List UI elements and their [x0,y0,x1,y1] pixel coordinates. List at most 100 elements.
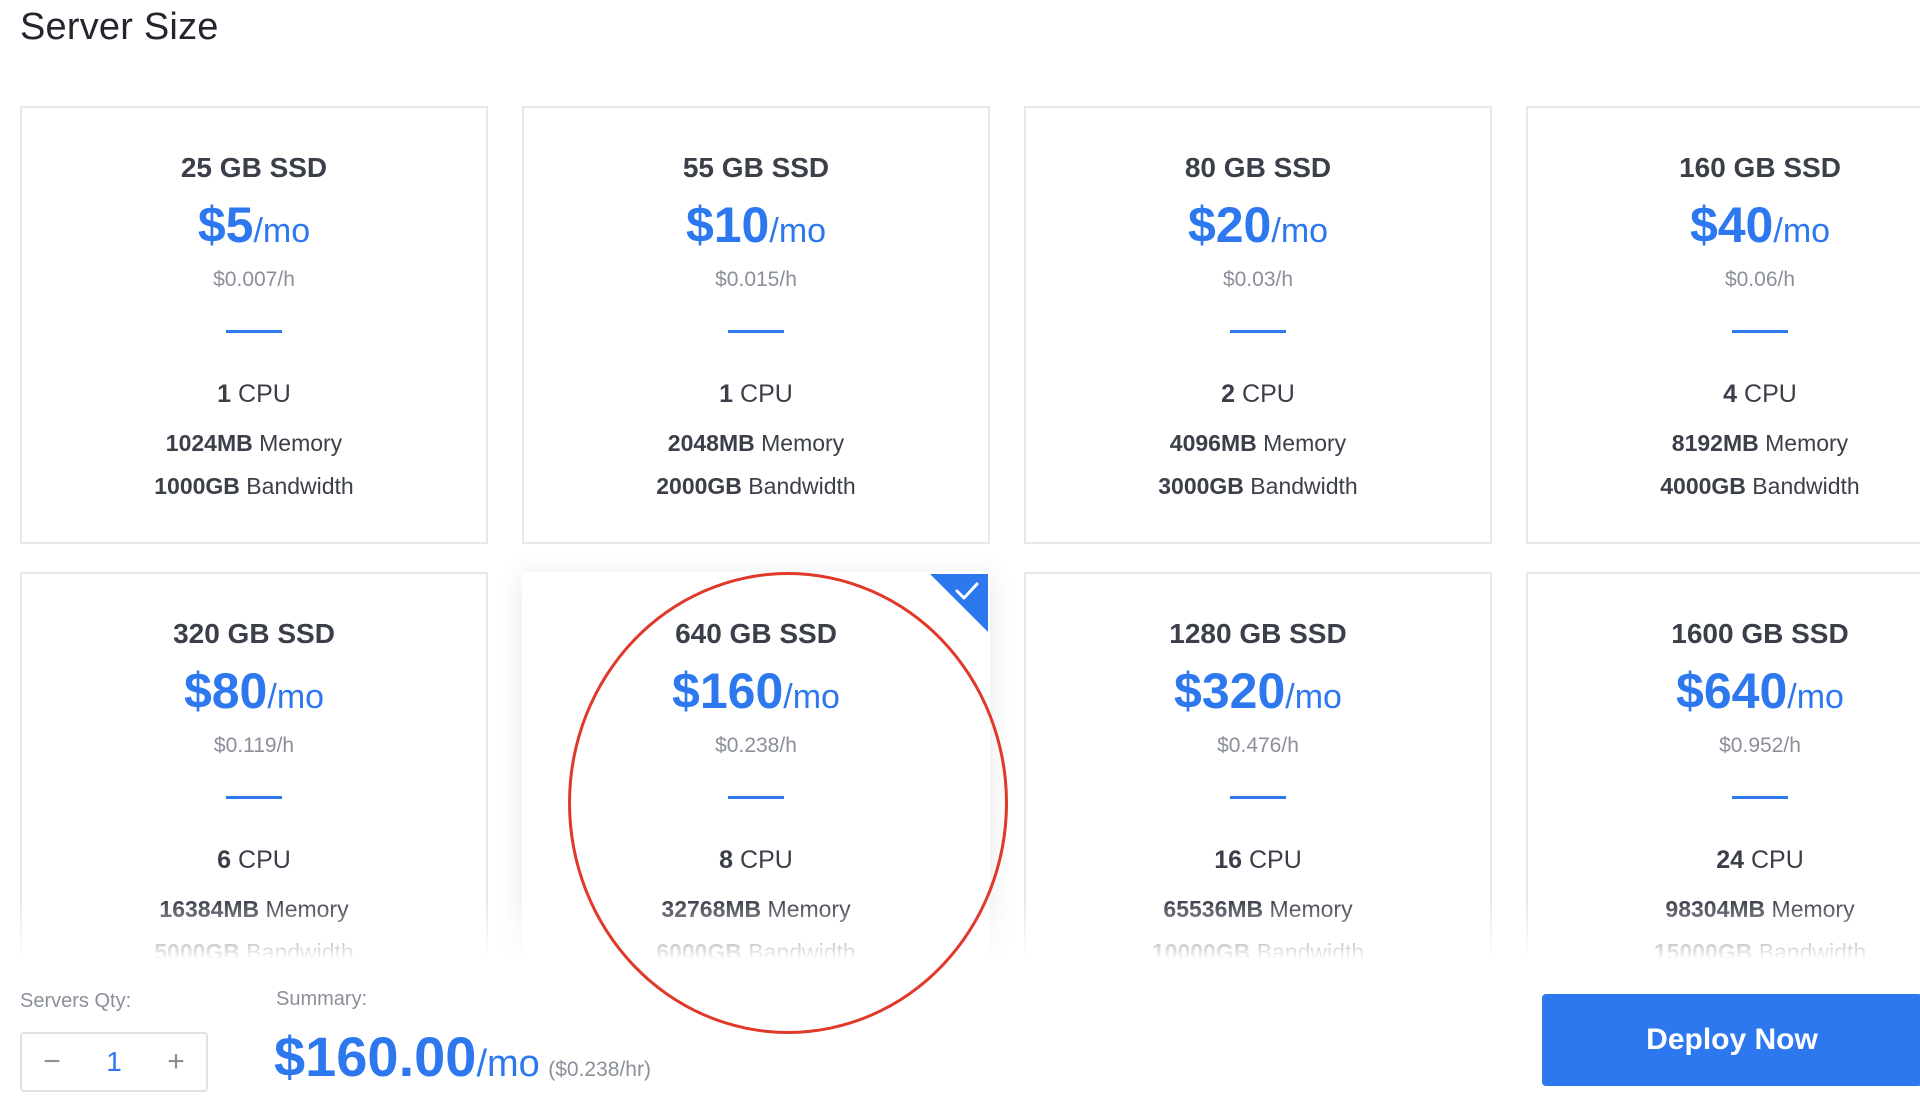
plan-memory: 8192MB Memory [1528,430,1920,457]
plan-price-unit: /mo [253,212,311,250]
plan-memory: 1024MB Memory [22,430,486,457]
plan-cpu-value: 6 [217,846,232,874]
plan-price: $320/mo [1026,662,1490,720]
plan-price: $40/mo [1528,196,1920,254]
plan-price-amount: $320 [1174,663,1286,719]
plan-storage: 25 GB SSD [180,152,328,183]
plan-bandwidth-value: 3000GB [1158,473,1244,499]
plan-price-unit: /mo [1773,212,1831,250]
summary-unit: /mo [476,1043,540,1085]
summary-hourly: ($0.238/hr) [548,1058,651,1081]
plan-cpu-label: CPU [1242,846,1302,874]
plan-bandwidth: 1000GB Bandwidth [22,473,486,500]
plan-hourly-price: $0.952/h [1719,734,1801,757]
plan-price-amount: $10 [685,197,770,253]
plan-cpu-label: CPU [1235,380,1295,408]
plan-cpu-label: CPU [733,846,793,874]
plan-cpu-value: 1 [719,380,734,408]
plan-price-amount: $160 [672,663,784,719]
plan-divider [1230,330,1286,333]
plan-hourly-price: $0.06/h [1724,268,1796,291]
plan-price-unit: /mo [267,678,325,716]
plan-cpu-value: 4 [1723,380,1738,408]
server-size-page: Server Size 25 GB SSD $5/mo $0.007/h 1 CPU 1… [0,0,1920,1106]
plan-storage: 640 GB SSD [675,618,837,649]
plan-hourly-price: $0.007/h [213,268,295,291]
plan-price-amount: $40 [1689,197,1774,253]
plan-cpu: 4 CPU [1528,380,1920,409]
plan-memory-label: Memory [252,430,343,456]
plan-price: $160/mo [524,662,988,720]
plan-cpu-label: CPU [1744,846,1804,874]
plan-price-unit: /mo [783,678,840,716]
plan-card[interactable]: 55 GB SSD $10/mo $0.015/h 1 CPU 2048MB Memor… [522,106,990,544]
plan-memory-label: Memory [1256,430,1347,456]
plan-card[interactable]: 25 GB SSD $5/mo $0.007/h 1 CPU 1024MB Memory… [20,106,488,544]
plan-cpu: 1 CPU [524,380,988,409]
plan-bandwidth-label: Bandwidth [239,473,354,499]
plan-bandwidth-label: Bandwidth [1243,473,1358,499]
summary-price: $160.00/mo ($0.238/hr) [274,1024,651,1089]
plan-cpu-value: 8 [719,846,734,874]
deploy-now-button[interactable]: Deploy Now [1542,994,1920,1086]
plan-storage: 320 GB SSD [173,618,335,649]
plan-divider [1732,330,1788,333]
plan-hourly-price: $0.015/h [715,268,797,291]
checkmark-icon [955,582,979,600]
plan-memory: 4096MB Memory [1026,430,1490,457]
plan-bandwidth-value: 1000GB [154,473,240,499]
plan-divider [226,330,282,333]
plan-price-unit: /mo [1787,678,1844,716]
plan-cpu: 2 CPU [1026,380,1490,409]
plan-bandwidth-value: 2000GB [656,473,742,499]
plan-bandwidth-label: Bandwidth [1745,473,1860,499]
plan-price-amount: $5 [197,197,254,253]
plan-cpu-label: CPU [231,846,291,874]
plan-storage: 1280 GB SSD [1169,618,1347,649]
plan-bandwidth: 4000GB Bandwidth [1528,473,1920,500]
plan-price-amount: $20 [1187,197,1272,253]
plan-storage: 55 GB SSD [682,152,830,183]
plan-cpu: 8 CPU [524,846,988,875]
plan-bandwidth: 2000GB Bandwidth [524,473,988,500]
plan-hourly-price: $0.119/h [213,734,295,757]
plan-bandwidth-value: 4000GB [1660,473,1746,499]
plan-price-unit: /mo [1271,212,1329,250]
plan-price-unit: /mo [1285,678,1342,716]
plan-price: $10/mo [524,196,988,254]
plan-card[interactable]: 160 GB SSD $40/mo $0.06/h 4 CPU 8192MB Memor… [1526,106,1920,544]
plan-price: $80/mo [22,662,486,720]
order-summary-bar: Servers Qty: − 1 + Summary: $160.00/mo (… [0,958,1920,1106]
plan-price-amount: $640 [1676,663,1788,719]
plan-divider [728,330,784,333]
plan-cpu: 1 CPU [22,380,486,409]
summary-label: Summary: [276,988,368,1010]
plan-storage: 160 GB SSD [1679,152,1841,183]
plan-price: $20/mo [1026,196,1490,254]
plan-price-unit: /mo [769,212,827,250]
plan-hourly-price: $0.03/h [1222,268,1294,291]
decrement-button[interactable]: − [32,1042,72,1082]
plan-card[interactable]: 80 GB SSD $20/mo $0.03/h 2 CPU 4096MB Memory… [1024,106,1492,544]
plan-hourly-price: $0.238/h [715,734,797,757]
plan-price-amount: $80 [183,663,268,719]
plan-memory-value: 4096MB [1169,430,1257,456]
plan-price: $640/mo [1528,662,1920,720]
plan-memory-value: 8192MB [1671,430,1759,456]
plan-bandwidth: 3000GB Bandwidth [1026,473,1490,500]
servers-qty-label: Servers Qty: [20,990,132,1012]
plan-memory-value: 2048MB [667,430,755,456]
plan-divider [226,796,282,799]
plan-memory-label: Memory [754,430,845,456]
plan-cpu-label: CPU [231,380,291,408]
plan-memory-value: 1024MB [165,430,253,456]
summary-amount: $160.00 [274,1025,477,1088]
plan-memory-label: Memory [1758,430,1849,456]
increment-button[interactable]: + [156,1042,196,1082]
plan-cpu-value: 2 [1221,380,1236,408]
plan-cpu-value: 16 [1214,846,1243,874]
plan-storage: 80 GB SSD [1184,152,1332,183]
plan-storage: 1600 GB SSD [1671,618,1849,649]
plan-cpu: 6 CPU [22,846,486,875]
quantity-value[interactable]: 1 [84,1046,144,1078]
